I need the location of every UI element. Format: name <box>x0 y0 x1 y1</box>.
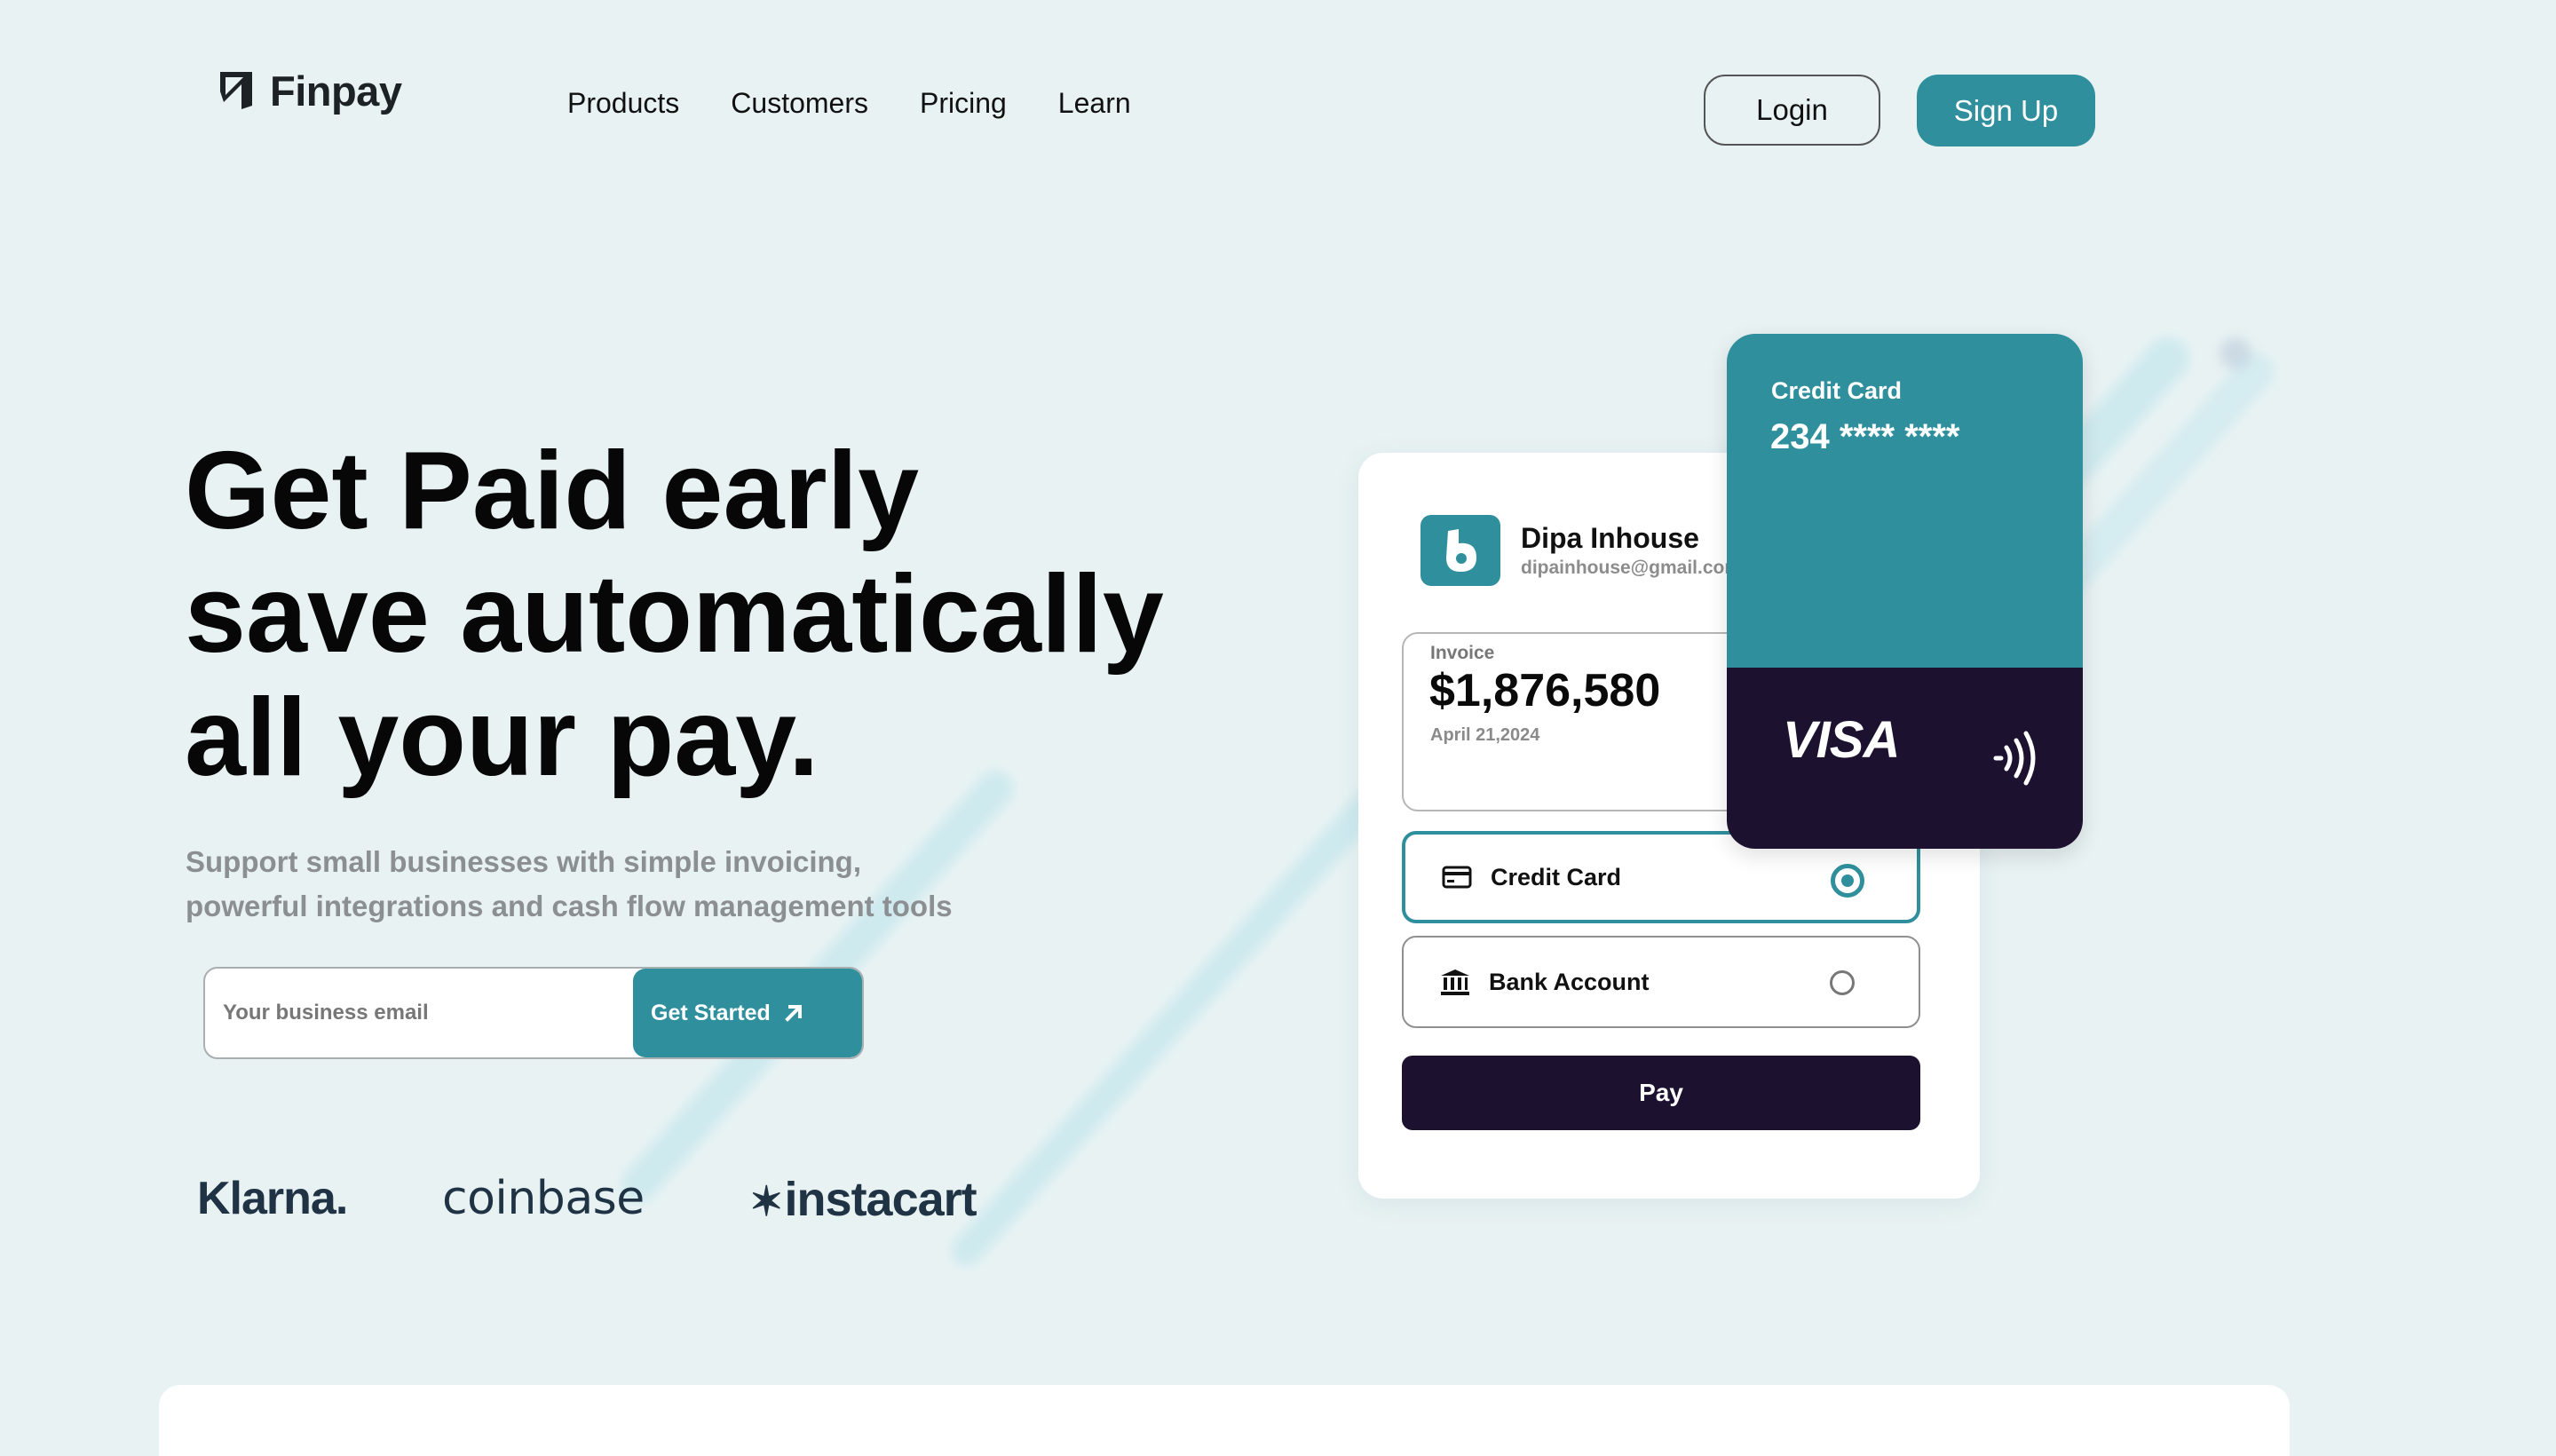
business-email-input[interactable] <box>205 969 631 1057</box>
dipa-logo-icon <box>1420 515 1500 586</box>
get-started-label: Get Started <box>651 1000 771 1025</box>
finpay-logo[interactable]: Finpay <box>217 66 402 115</box>
main-nav: Products Customers Pricing Learn <box>567 85 1183 121</box>
next-section-panel <box>159 1385 2290 1456</box>
app-name: Finpay <box>270 67 402 115</box>
hero-title-line: save automatically <box>185 553 1164 676</box>
nav-pricing[interactable]: Pricing <box>920 85 1007 121</box>
invoice-date: April 21,2024 <box>1430 725 1540 745</box>
instacart-logo-text: instacart <box>784 1173 977 1226</box>
finpay-logo-icon <box>220 72 252 109</box>
contactless-icon <box>1993 731 2036 786</box>
get-started-button[interactable]: Get Started <box>633 969 862 1057</box>
klarna-logo: Klarna. <box>197 1173 348 1224</box>
hero-title-line: all your pay. <box>185 677 819 799</box>
login-button[interactable]: Login <box>1704 75 1880 146</box>
pay-button[interactable]: Pay <box>1402 1056 1920 1130</box>
credit-card-number: 234 **** **** <box>1770 417 1960 456</box>
instacart-logo: ✶instacart <box>749 1172 977 1227</box>
arrow-up-right-icon <box>784 1005 802 1022</box>
nav-customers[interactable]: Customers <box>731 85 868 121</box>
hero-title-line: Get Paid early <box>185 430 920 552</box>
dipa-logo-mark <box>1446 529 1476 572</box>
bank-account-option-label: Bank Account <box>1489 968 1650 995</box>
nav-learn[interactable]: Learn <box>1058 85 1131 121</box>
credit-card-title: Credit Card <box>1771 377 1903 404</box>
user-email: dipainhouse@gmail.com <box>1521 558 1734 578</box>
instacart-carrot-icon: ✶ <box>749 1178 784 1224</box>
hero-subtitle-line: Support small businesses with simple inv… <box>186 845 861 878</box>
visa-logo: VISA <box>1783 711 1900 769</box>
bank-icon <box>1439 969 1471 995</box>
bank-account-radio[interactable] <box>1830 970 1855 995</box>
coinbase-logo: coinbase <box>442 1172 645 1225</box>
user-name: Dipa Inhouse <box>1521 522 1699 554</box>
signup-button[interactable]: Sign Up <box>1917 75 2095 146</box>
credit-card-radio[interactable] <box>1831 864 1864 898</box>
hero-subtitle-line: powerful integrations and cash flow mana… <box>186 890 953 922</box>
email-signup-form: Get Started <box>203 967 864 1059</box>
credit-card-option-label: Credit Card <box>1491 863 1622 890</box>
nav-products[interactable]: Products <box>567 85 679 121</box>
invoice-amount: $1,876,580 <box>1429 665 1661 716</box>
hero-subtitle: Support small businesses with simple inv… <box>186 840 1073 929</box>
invoice-label: Invoice <box>1430 643 1495 663</box>
hero-title: Get Paid early save automatically all yo… <box>185 430 1250 800</box>
credit-card-icon <box>1441 864 1473 890</box>
